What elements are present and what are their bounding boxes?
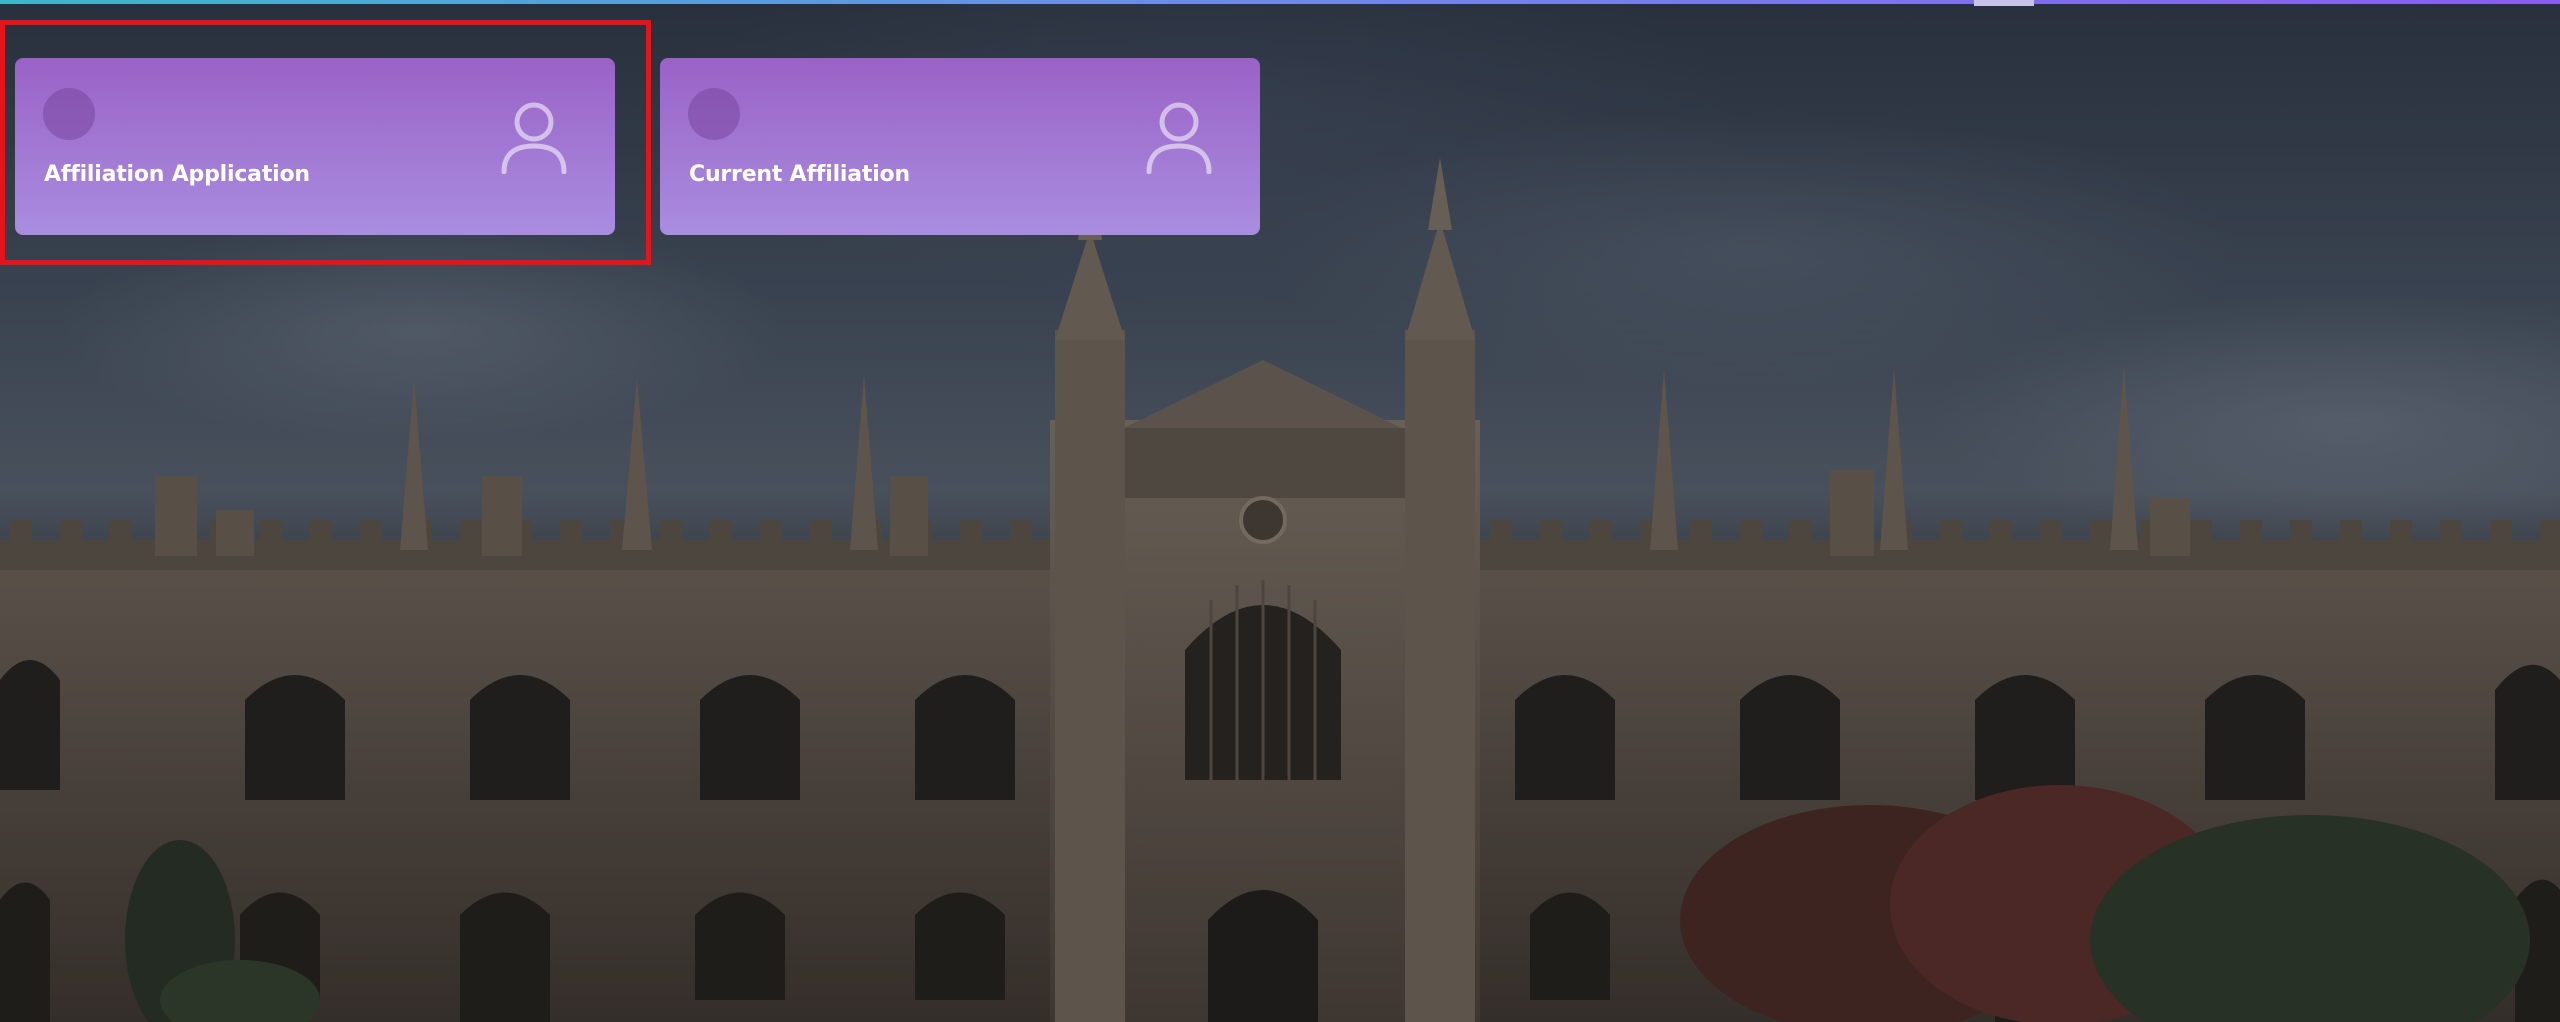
page: Affiliation Application Current Affiliat… bbox=[0, 0, 2560, 1022]
card-badge-dot bbox=[43, 88, 95, 140]
top-progress-marker bbox=[1974, 0, 2034, 6]
affiliation-application-card[interactable]: Affiliation Application bbox=[15, 58, 615, 235]
user-icon bbox=[1146, 102, 1212, 174]
top-progress-bar bbox=[0, 0, 2560, 4]
card-label: Affiliation Application bbox=[44, 162, 310, 187]
current-affiliation-card[interactable]: Current Affiliation bbox=[660, 58, 1260, 235]
card-badge-dot bbox=[688, 88, 740, 140]
card-label: Current Affiliation bbox=[689, 162, 910, 187]
user-icon bbox=[501, 102, 567, 174]
